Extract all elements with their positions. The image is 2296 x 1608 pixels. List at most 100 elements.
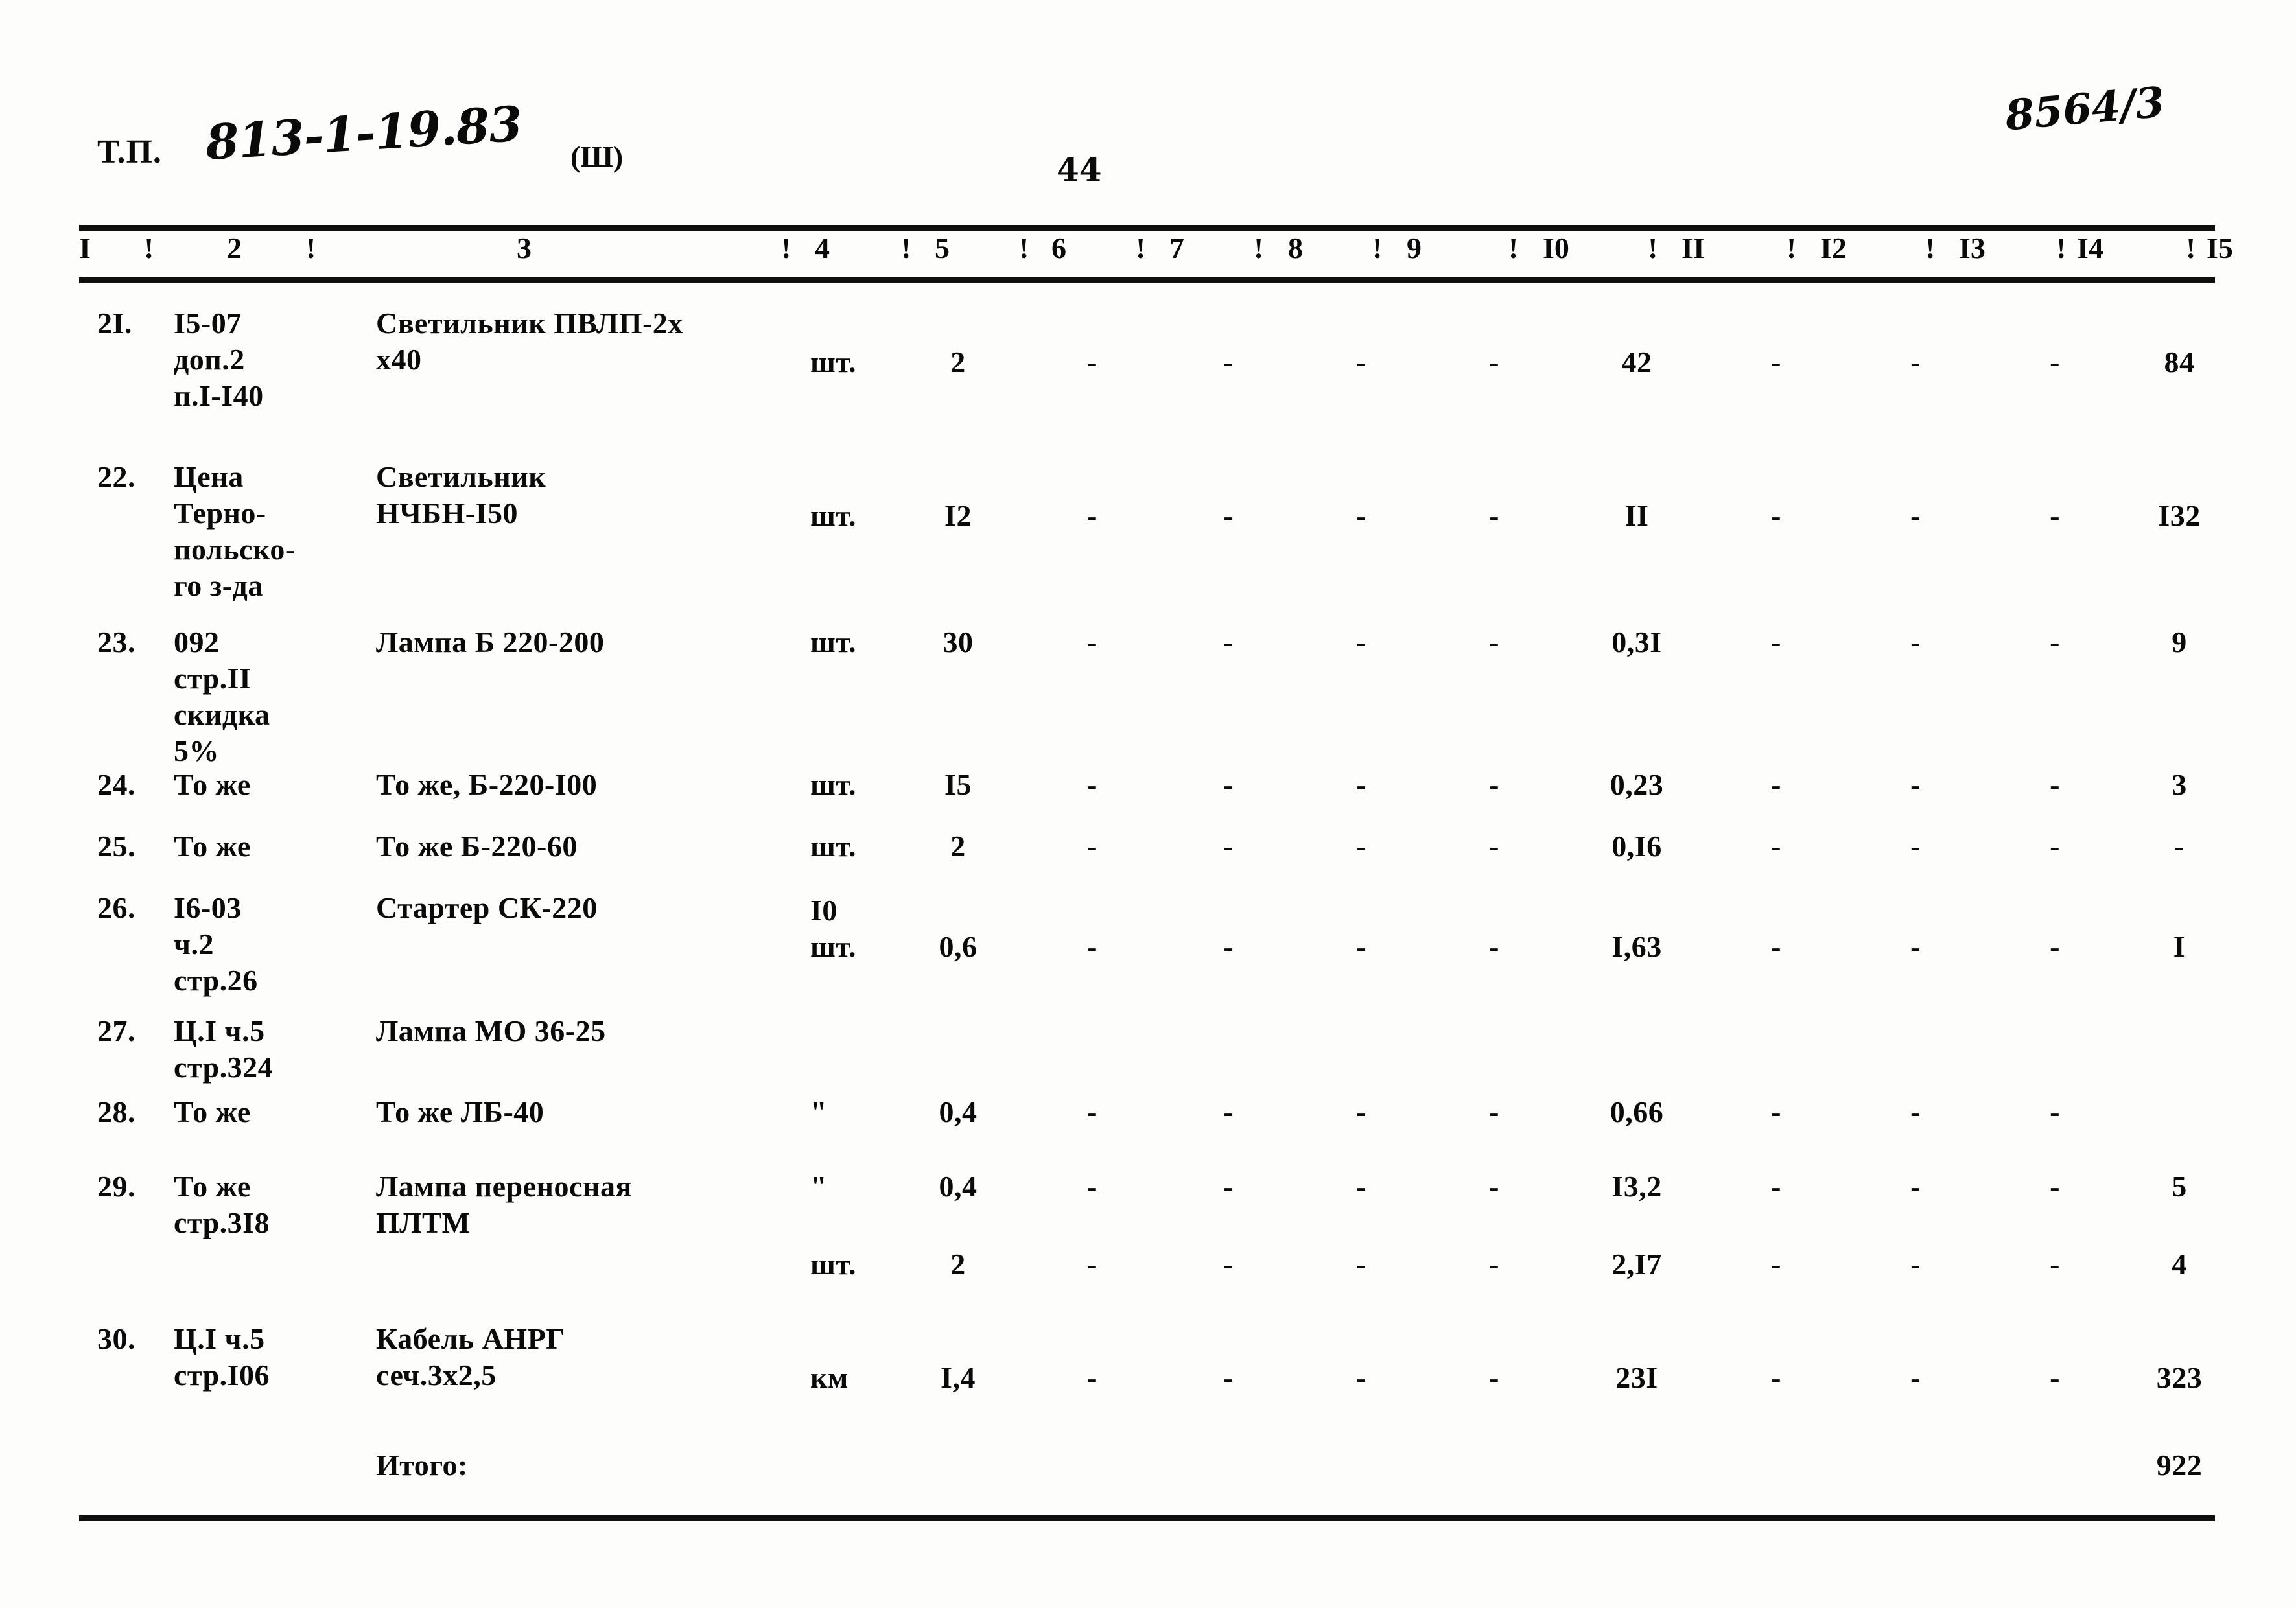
row-cell-c13: 323 (2156, 1361, 2203, 1394)
row-cell-c9: II (1624, 499, 1649, 532)
archive-code-handwritten: 8564/3 (2003, 78, 2166, 141)
row-cell-c12: - (2050, 1248, 2060, 1281)
row-cell-c12: - (2050, 830, 2060, 863)
row-cell-c7: - (1356, 345, 1366, 379)
column-header-7: 7 (1169, 231, 1184, 264)
row-reference-line: 092 (174, 625, 220, 658)
row-cell-c10: - (1771, 625, 1781, 658)
column-header-3: 3 (517, 231, 532, 264)
row-cell-c6: - (1223, 768, 1234, 801)
row-cell-c10: - (1771, 345, 1781, 379)
row-cell-c9: I3,2 (1611, 1170, 1662, 1203)
row-cell-c8: - (1489, 768, 1499, 801)
row-reference-line: ч.2 (174, 927, 214, 961)
row-reference-line: Цена (174, 460, 244, 493)
row-unit: " (810, 1170, 828, 1203)
row-cell-c6: - (1223, 499, 1234, 532)
row-cell-c13: - (2174, 830, 2185, 863)
total-label: Итого: (376, 1449, 468, 1482)
row-name-line: То же, Б-220-I00 (376, 768, 598, 801)
column-separator: ! (1019, 231, 1029, 264)
row-cell-c5: - (1087, 830, 1097, 863)
row-cell-c6: - (1223, 1170, 1234, 1203)
column-separator: ! (1136, 231, 1146, 264)
row-cell-c9: 0,I6 (1611, 830, 1662, 863)
row-cell-c6: - (1223, 1248, 1234, 1281)
row-cell-c12: - (2050, 625, 2060, 658)
column-header-2: 2 (227, 231, 242, 264)
row-cell-c11: - (1910, 1095, 1921, 1128)
column-separator: ! (901, 231, 911, 264)
row-unit: шт. (810, 499, 856, 532)
row-name-line: То же ЛБ-40 (376, 1095, 545, 1128)
row-unit: шт. (810, 625, 856, 658)
row-name-line: Лампа МО 36-25 (376, 1014, 606, 1047)
row-cell-c4: 2 (950, 1248, 966, 1281)
row-cell-c13: 84 (2164, 345, 2195, 379)
row-cell-c4: 0,4 (939, 1170, 978, 1203)
row-cell-c9: 2,I7 (1611, 1248, 1662, 1281)
row-cell-c5: - (1087, 1095, 1097, 1128)
row-unit: шт. (810, 930, 856, 963)
total-cell-c13: 922 (2156, 1449, 2203, 1482)
row-cell-c11: - (1910, 625, 1921, 658)
row-reference-line: То же (174, 768, 251, 801)
row-reference-line: стр.26 (174, 964, 258, 997)
row-cell-c10: - (1771, 930, 1781, 963)
row-cell-c8: - (1489, 625, 1499, 658)
row-cell-c6: - (1223, 1095, 1234, 1128)
column-separator: ! (144, 231, 154, 264)
row-cell-c7: - (1356, 768, 1366, 801)
row-cell-c8: - (1489, 830, 1499, 863)
row-cell-c9: 23I (1615, 1361, 1658, 1394)
row-cell-c10: - (1771, 1170, 1781, 1203)
row-reference-line: стр.324 (174, 1051, 274, 1084)
row-cell-c7: - (1356, 625, 1366, 658)
row-cell-c13: 9 (2172, 625, 2187, 658)
row-cell-c8: - (1489, 345, 1499, 379)
row-cell-c7: - (1356, 1248, 1366, 1281)
row-cell-c12: - (2050, 930, 2060, 963)
row-unit: км (810, 1361, 849, 1394)
row-cell-c12: - (2050, 1170, 2060, 1203)
row-cell-c4: I2 (944, 499, 972, 532)
row-cell-c9: 0,23 (1610, 768, 1664, 801)
row-number: 24. (97, 768, 135, 801)
row-reference-line: п.I-I40 (174, 379, 264, 412)
column-header-II: II (1681, 231, 1705, 264)
row-cell-c6: - (1223, 930, 1234, 963)
row-name-line: Светильник ПВЛП-2х (376, 307, 683, 340)
row-name-line: х40 (376, 343, 422, 376)
row-cell-c11: - (1910, 1361, 1921, 1394)
row-unit: шт. (810, 1248, 856, 1281)
column-header-I4: I4 (2077, 231, 2103, 264)
row-name-line: Стартер СК-220 (376, 891, 598, 924)
column-separator: ! (306, 231, 316, 264)
row-cell-c7: - (1356, 499, 1366, 532)
row-reference-line: доп.2 (174, 343, 245, 376)
row-name-line: Лампа переносная (376, 1170, 632, 1203)
row-cell-c8: - (1489, 930, 1499, 963)
row-cell-c8: - (1489, 1248, 1499, 1281)
row-cell-c5: - (1087, 1248, 1097, 1281)
row-cell-c11: - (1910, 499, 1921, 532)
row-cell-c5: - (1087, 345, 1097, 379)
row-cell-c5: - (1087, 768, 1097, 801)
row-cell-c11: - (1910, 768, 1921, 801)
row-reference-line: 5% (174, 734, 219, 767)
row-cell-c9: 0,3I (1611, 625, 1662, 658)
column-header-8: 8 (1288, 231, 1303, 264)
row-number: 25. (97, 830, 135, 863)
row-reference-line: стр.II (174, 662, 252, 695)
row-cell-c10: - (1771, 1248, 1781, 1281)
row-name-line: Кабель АНРГ (376, 1322, 566, 1355)
sheet-mark: (Ш) (570, 140, 624, 173)
row-cell-c5: - (1087, 625, 1097, 658)
row-cell-c11: - (1910, 830, 1921, 863)
column-separator: ! (2056, 231, 2067, 264)
row-unit: шт. (810, 830, 856, 863)
row-cell-c6: - (1223, 830, 1234, 863)
row-cell-c11: - (1910, 345, 1921, 379)
row-reference-line: То же (174, 830, 251, 863)
column-separator: ! (1372, 231, 1383, 264)
